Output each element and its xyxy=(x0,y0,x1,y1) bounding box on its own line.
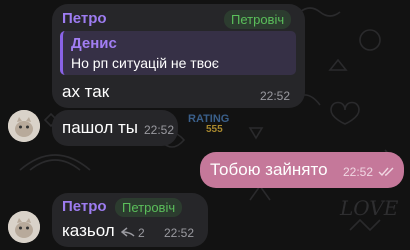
reply-author: Денис xyxy=(71,35,117,52)
sender-avatar[interactable] xyxy=(8,110,40,142)
cat-sticker-avatar-icon xyxy=(8,211,40,243)
message-time: 22:52 xyxy=(343,165,374,179)
incoming-message[interactable]: Петро Петровіч Денис Но рп ситуацій не т… xyxy=(52,4,305,108)
message-text: ах так xyxy=(62,82,110,101)
message-text: казьол xyxy=(62,221,115,240)
message-text: Тобою зайнято xyxy=(210,160,328,179)
incoming-message[interactable]: пашол ты 22:52 xyxy=(52,110,178,146)
role-badge: Петровіч xyxy=(224,10,292,29)
reply-arrow-icon[interactable] xyxy=(121,227,135,237)
sender-name[interactable]: Петро xyxy=(62,198,107,215)
message-time: 22:52 xyxy=(144,123,175,137)
message-text: пашол ты xyxy=(62,118,139,137)
incoming-message[interactable]: Петро Петровіч казьол 2 22:52 xyxy=(52,193,208,247)
svg-text:LOVE: LOVE xyxy=(339,196,399,220)
cat-sticker-avatar-icon xyxy=(8,110,40,142)
reply-quote[interactable]: Денис Но рп ситуацій не твоє xyxy=(60,31,296,75)
reply-count[interactable]: 2 xyxy=(138,226,145,240)
role-badge: Петровіч xyxy=(115,198,183,217)
message-time: 22:52 xyxy=(164,226,195,240)
reply-text: Но рп ситуацій не твоє xyxy=(71,55,219,71)
sender-avatar[interactable] xyxy=(8,211,40,243)
outgoing-message[interactable]: Тобою зайнято 22:52 xyxy=(200,152,404,188)
svg-text:555: 555 xyxy=(206,124,223,134)
double-check-icon xyxy=(378,167,394,177)
watermark-logo: RATING 555 xyxy=(188,113,229,134)
sender-name[interactable]: Петро xyxy=(62,10,107,27)
message-time: 22:52 xyxy=(260,89,291,103)
